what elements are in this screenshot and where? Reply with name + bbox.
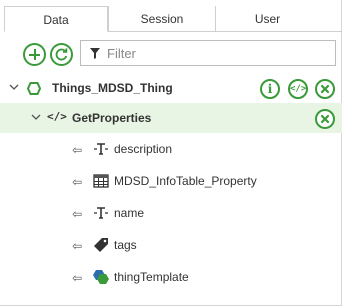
property-row[interactable]: ⇦ description [0,134,342,164]
property-row[interactable]: ⇦ name [0,198,342,228]
filter-icon [90,48,100,59]
tab-data[interactable]: Data [4,6,108,32]
drag-arrow-icon[interactable]: ⇦ [72,175,82,189]
thingtemplate-type-icon [93,270,109,284]
property-row[interactable]: ⇦ tags [0,230,342,260]
string-type-icon [94,207,108,219]
chevron-down-icon[interactable] [31,112,41,122]
property-row[interactable]: ⇦ thingTemplate [0,262,342,292]
tab-user[interactable]: User [215,6,319,32]
property-label: MDSD_InfoTable_Property [114,174,257,188]
info-button[interactable]: i [260,79,280,99]
code-button[interactable]: </> [288,79,308,99]
add-button[interactable] [23,43,46,66]
service-icon: </> [47,110,67,123]
thing-label: Things_MDSD_Thing [52,81,173,95]
tab-bar: Data Session User [4,6,342,32]
property-row[interactable]: ⇦ MDSD_InfoTable_Property [0,166,342,196]
drag-arrow-icon[interactable]: ⇦ [72,207,82,221]
infotable-type-icon [93,174,109,188]
filter-input[interactable] [107,44,327,62]
drag-arrow-icon[interactable]: ⇦ [72,271,82,285]
refresh-button[interactable] [50,43,73,66]
service-label: GetProperties [72,111,152,125]
close-icon [320,114,330,124]
refresh-icon [55,48,68,61]
string-type-icon [94,143,108,155]
property-label: description [114,142,173,156]
close-icon [320,84,330,94]
drag-arrow-icon[interactable]: ⇦ [72,239,82,253]
thing-icon [27,82,41,95]
close-service-button[interactable] [315,109,335,129]
property-label: name [114,206,145,220]
chevron-down-icon[interactable] [9,82,19,92]
tab-bar-filler [319,6,342,32]
filter-field [80,40,336,66]
tree-row-thing[interactable]: Things_MDSD_Thing i </> [0,73,342,103]
drag-arrow-icon[interactable]: ⇦ [72,143,82,157]
tag-type-icon [94,238,108,252]
tree-row-service[interactable]: </> GetProperties [0,103,342,133]
tab-session[interactable]: Session [108,6,215,32]
property-label: tags [114,238,137,252]
property-label: thingTemplate [114,270,189,284]
close-thing-button[interactable] [315,79,335,99]
